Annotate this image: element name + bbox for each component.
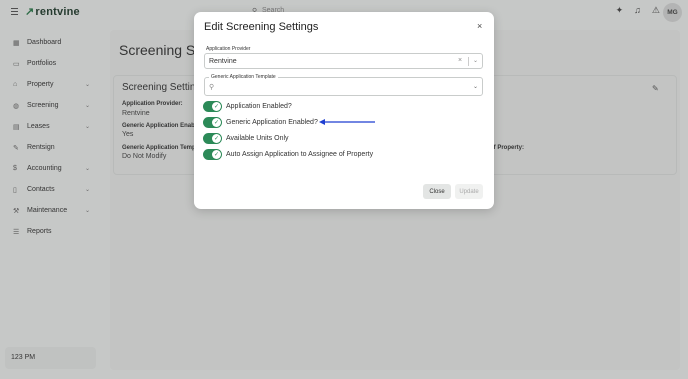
update-button[interactable]: Update [455, 184, 483, 199]
clear-icon[interactable]: × [458, 57, 462, 64]
edit-screening-modal: Edit Screening Settings × Application Pr… [194, 12, 494, 209]
toggle-row-auto-assign: ✓ Auto Assign Application to Assignee of… [203, 148, 373, 160]
annotation-arrow-icon [319, 119, 375, 125]
toggle-row-available-units: ✓ Available Units Only [203, 132, 289, 144]
chevron-down-icon[interactable]: ⌄ [473, 83, 478, 90]
toggle-row-application-enabled: ✓ Application Enabled? [203, 100, 292, 112]
toggle-label: Available Units Only [226, 134, 289, 142]
toggle-label: Application Enabled? [226, 102, 292, 110]
select-divider [468, 57, 469, 66]
toggle-row-generic-enabled: ✓ Generic Application Enabled? [203, 116, 318, 128]
template-select[interactable]: Generic Application Template ⚲ ⌄ [204, 74, 483, 96]
close-icon[interactable]: × [477, 21, 482, 31]
modal-title: Edit Screening Settings [204, 21, 319, 33]
chevron-down-icon[interactable]: ⌄ [473, 57, 478, 64]
toggle-label: Generic Application Enabled? [226, 118, 318, 126]
toggle-label: Auto Assign Application to Assignee of P… [226, 150, 374, 158]
provider-select[interactable]: Rentvine × ⌄ [204, 53, 483, 69]
template-field-label: Generic Application Template [209, 74, 278, 80]
check-icon: ✓ [212, 101, 221, 111]
available-units-only-toggle[interactable]: ✓ [203, 132, 222, 144]
search-icon: ⚲ [209, 84, 215, 91]
check-icon: ✓ [212, 117, 221, 127]
provider-select-value: Rentvine [209, 58, 237, 65]
provider-field-label: Application Provider [206, 46, 251, 52]
check-icon: ✓ [212, 149, 221, 159]
check-icon: ✓ [212, 133, 221, 143]
application-enabled-toggle[interactable]: ✓ [203, 100, 222, 112]
generic-application-enabled-toggle[interactable]: ✓ [203, 116, 222, 128]
close-button[interactable]: Close [423, 184, 451, 199]
auto-assign-toggle[interactable]: ✓ [203, 148, 222, 160]
